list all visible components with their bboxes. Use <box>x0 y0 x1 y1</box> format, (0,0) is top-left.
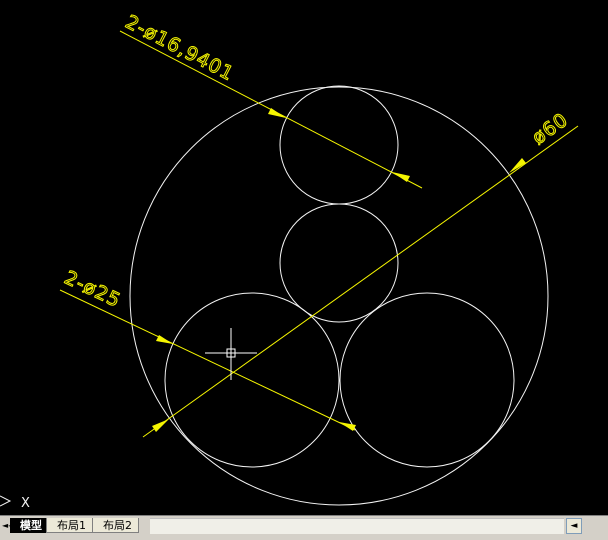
horizontal-scrollbar-track[interactable] <box>150 518 564 534</box>
outer-circle[interactable] <box>129 86 549 506</box>
ucs-icon: X <box>0 495 30 511</box>
cad-drawing[interactable]: 2-ø16,9401 ø60 2-ø25 <box>0 0 608 515</box>
dimension-large-circles[interactable]: 2-ø25 <box>59 266 356 431</box>
layout-tab-bar: ◄◄ ◄ ► ►► 模型 布局1 布局2 ◄ <box>0 515 608 540</box>
dimension-text-small-circles: 2-ø16,9401 <box>122 11 238 86</box>
dimension-outer-circle[interactable]: ø60 <box>142 108 579 438</box>
tab-layout1[interactable]: 布局1 <box>46 518 93 533</box>
dimension-text-outer-circle: ø60 <box>528 109 572 149</box>
scroll-left-button[interactable]: ◄ <box>566 518 582 534</box>
tab-layout2[interactable]: 布局2 <box>92 518 139 533</box>
small-circle-middle[interactable] <box>279 203 399 323</box>
model-space-canvas[interactable]: 2-ø16,9401 ø60 2-ø25 X <box>0 0 608 515</box>
crosshair-cursor-icon <box>205 328 257 380</box>
large-circle-left[interactable] <box>164 292 340 468</box>
tab-model[interactable]: 模型 <box>10 518 48 533</box>
ucs-x-label: X <box>21 496 30 511</box>
large-circle-right[interactable] <box>339 292 515 468</box>
